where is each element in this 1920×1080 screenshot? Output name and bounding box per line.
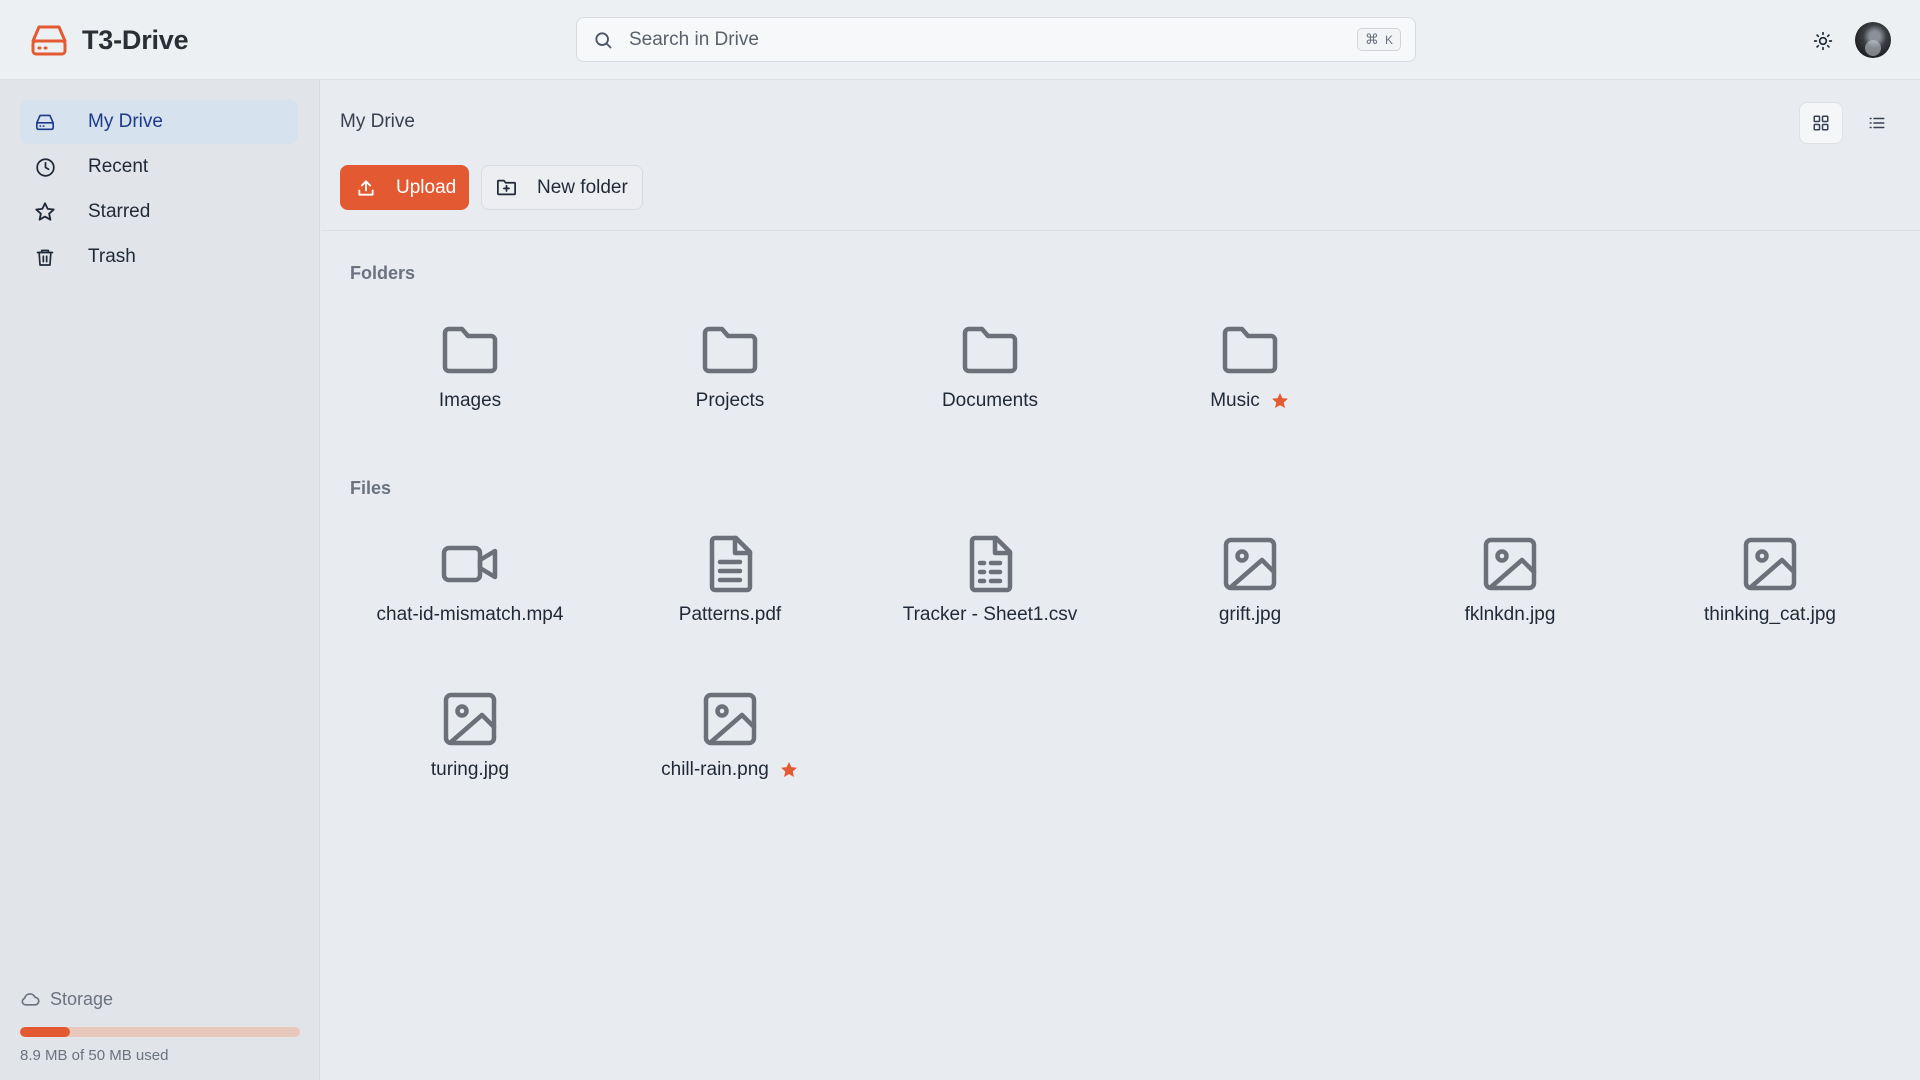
item-label-row: turing.jpg [431,758,509,782]
toolbar: My Drive Upload New folder [321,80,1920,231]
list-icon [1867,114,1887,132]
command-key: ⌘ [1364,31,1379,47]
trash-icon [33,245,57,269]
list-view-button[interactable] [1855,102,1899,144]
brand[interactable]: T3-Drive [30,20,189,60]
document-icon [700,534,760,594]
storage-progress-fill [20,1027,70,1037]
file-name: Tracker - Sheet1.csv [902,604,1078,625]
item-label-row: chat-id-mismatch.mp4 [377,603,564,627]
storage-header: Storage [20,985,300,1013]
shortcut-letter: K [1384,32,1393,47]
breadcrumb[interactable]: My Drive [340,111,415,133]
grid-view-button[interactable] [1799,102,1843,144]
item-label-row: fklnkdn.jpg [1465,603,1556,627]
image-icon [1740,534,1800,594]
item-label-row: thinking_cat.jpg [1704,603,1836,627]
file-item-tracker-sheet1-csv[interactable]: Tracker - Sheet1.csv [880,534,1100,654]
file-name: Patterns.pdf [678,604,782,625]
star-icon [33,200,57,224]
files-section-title: Files [350,478,392,498]
image-icon [1220,534,1280,594]
storage-label: Storage [50,988,114,1009]
folder-name: Projects [695,390,765,411]
folder-icon [440,320,500,380]
image-icon [700,689,760,749]
new-folder-button[interactable]: New folder [481,165,643,210]
user-avatar[interactable] [1855,22,1891,58]
shortcut-hint: ⌘ K [1356,28,1401,51]
folder-plus-icon [496,178,517,197]
folder-icon [960,320,1020,380]
sidebar-item-trash[interactable]: Trash [20,235,298,279]
search-icon [577,30,629,50]
storage-panel: Storage 8.9 MB of 50 MB used [20,985,300,1064]
item-label-row: chill-rain.png [661,758,799,782]
folder-name: Images [438,390,502,411]
drive-icon [33,110,57,134]
file-item-chat-id-mismatch-mp4[interactable]: chat-id-mismatch.mp4 [360,534,580,654]
theme-toggle-button[interactable] [1808,26,1838,56]
folder-item-music[interactable]: Music [1140,320,1360,440]
sidebar-nav: My Drive Recent Starred Trash [20,100,298,280]
folder-item-documents[interactable]: Documents [880,320,1100,440]
hard-drive-logo-icon [30,23,68,57]
sidebar-item-label: My Drive [88,111,163,132]
item-label-row: Music [1210,389,1290,413]
sun-icon [1813,31,1833,51]
sidebar-item-starred[interactable]: Starred [20,190,298,234]
folders-section-title: Folders [350,263,416,283]
clock-icon [33,155,57,179]
new-folder-label: New folder [537,176,628,198]
sidebar-item-label: Trash [88,246,136,267]
upload-button[interactable]: Upload [340,165,469,210]
main-content: My Drive Upload New folder Folders Image… [321,80,1920,1080]
app-title: T3-Drive [82,24,189,55]
file-name: fklnkdn.jpg [1464,604,1556,625]
file-name: chill-rain.png [661,759,769,780]
storage-progress-bar [20,1027,300,1037]
file-item-thinking-cat-jpg[interactable]: thinking_cat.jpg [1660,534,1880,654]
video-icon [440,534,500,594]
item-label-row: Images [439,389,501,413]
item-label-row: Patterns.pdf [679,603,781,627]
sidebar: My Drive Recent Starred Trash Storage 8.… [0,80,320,1080]
item-label-row: grift.jpg [1219,603,1281,627]
starred-icon [779,760,799,780]
starred-icon [1270,391,1290,411]
cloud-icon [20,991,40,1007]
folder-icon [700,320,760,380]
file-item-turing-jpg[interactable]: turing.jpg [360,689,580,809]
search-input[interactable] [629,18,1357,61]
file-name: grift.jpg [1218,604,1282,625]
item-label-row: Tracker - Sheet1.csv [903,603,1078,627]
sidebar-item-recent[interactable]: Recent [20,145,298,189]
file-item-grift-jpg[interactable]: grift.jpg [1140,534,1360,654]
sidebar-item-label: Starred [88,201,151,222]
file-item-fklnkdn-jpg[interactable]: fklnkdn.jpg [1400,534,1620,654]
grid-icon [1812,114,1830,132]
upload-label: Upload [396,176,457,198]
upload-icon [356,178,376,198]
file-item-chill-rain-png[interactable]: chill-rain.png [620,689,840,809]
image-icon [1480,534,1540,594]
folder-item-images[interactable]: Images [360,320,580,440]
folder-name: Documents [941,390,1039,411]
spreadsheet-icon [960,534,1020,594]
file-item-patterns-pdf[interactable]: Patterns.pdf [620,534,840,654]
item-label-row: Documents [942,389,1038,413]
sidebar-item-my-drive[interactable]: My Drive [20,100,298,144]
storage-usage-text: 8.9 MB of 50 MB used [20,1047,169,1064]
sidebar-item-label: Recent [88,156,149,177]
item-label-row: Projects [696,389,765,413]
file-name: turing.jpg [430,759,510,780]
folder-name: Music [1210,390,1260,411]
file-name: thinking_cat.jpg [1703,604,1837,625]
folder-item-projects[interactable]: Projects [620,320,840,440]
image-icon [440,689,500,749]
top-bar: T3-Drive ⌘ K [0,0,1920,80]
folder-icon [1220,320,1280,380]
search-bar[interactable]: ⌘ K [576,17,1416,62]
file-name: chat-id-mismatch.mp4 [376,604,564,625]
